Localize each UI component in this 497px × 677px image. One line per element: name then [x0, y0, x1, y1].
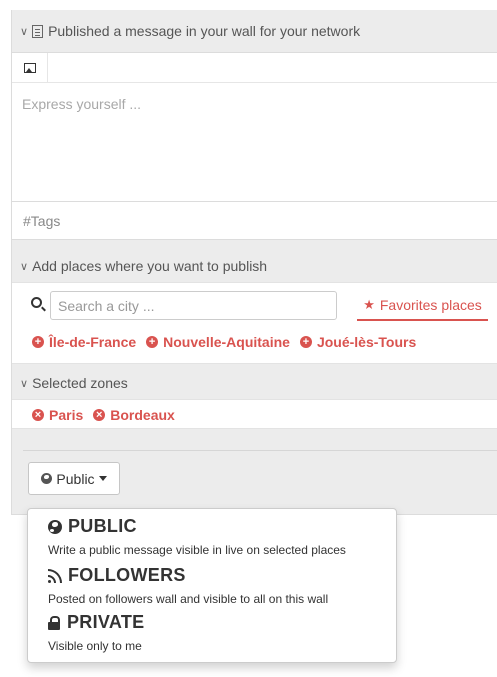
place-label: Joué-lès-Tours: [316, 334, 417, 350]
place-label: Nouvelle-Aquitaine: [163, 334, 290, 350]
publish-header[interactable]: ∨ Published a message in your wall for y…: [12, 10, 497, 52]
add-place-joue-les-tours[interactable]: + Joué-lès-Tours: [299, 334, 417, 350]
tab-favorite-places[interactable]: ★ Favorites places: [357, 291, 488, 321]
visibility-button-label: Public: [56, 470, 95, 487]
add-place-ile-de-france[interactable]: + Île-de-France: [32, 334, 136, 350]
globe-icon: [48, 519, 62, 534]
place-suggestions: + Île-de-France + Nouvelle-Aquitaine + J…: [32, 334, 426, 350]
caret-down-icon: [98, 476, 107, 481]
option-description: Visible only to me: [48, 639, 142, 653]
globe-icon: [41, 473, 53, 484]
places-header-label: Add places where you want to publish: [32, 258, 268, 274]
remove-circle-icon: ×: [32, 409, 44, 421]
star-icon: ★: [363, 297, 375, 312]
zones-header-label: Selected zones: [32, 375, 128, 391]
selected-zones: × Paris × Bordeaux: [12, 399, 497, 429]
city-search-input[interactable]: [50, 291, 337, 320]
option-description: Write a public message visible in live o…: [48, 543, 346, 557]
places-header[interactable]: ∨ Add places where you want to publish: [12, 246, 497, 286]
remove-circle-icon: ×: [93, 409, 106, 421]
plus-circle-icon: +: [32, 336, 44, 348]
publish-header-label: Published a message in your wall for you…: [48, 23, 361, 39]
chevron-down-icon: ∨: [20, 260, 29, 273]
chevron-down-icon: ∨: [20, 377, 29, 390]
places-section: ★ Favorites places + Île-de-France + Nou…: [12, 282, 497, 364]
place-label: Île-de-France: [49, 334, 137, 350]
plus-circle-icon: +: [146, 336, 159, 348]
message-editor[interactable]: Express yourself ...: [12, 52, 497, 202]
zone-list: × Paris × Bordeaux: [32, 407, 185, 423]
zones-header[interactable]: ∨ Selected zones: [12, 366, 497, 400]
publish-panel: ∨ Published a message in your wall for y…: [11, 10, 497, 515]
remove-zone-paris[interactable]: × Paris: [32, 407, 83, 423]
zone-label: Bordeaux: [110, 407, 175, 423]
visibility-menu: PUBLIC Write a public message visible in…: [27, 508, 397, 663]
visibility-option-private[interactable]: PRIVATE Visible only to me: [48, 612, 388, 653]
chevron-down-icon: ∨: [20, 25, 29, 38]
plus-circle-icon: +: [299, 336, 312, 348]
image-icon: [23, 63, 36, 73]
zone-label: Paris: [49, 407, 84, 423]
favorite-places-label: Favorites places: [379, 297, 482, 313]
editor-toolbar: [12, 53, 497, 83]
document-icon: [32, 24, 44, 38]
tags-input[interactable]: #Tags: [12, 202, 497, 240]
option-title: PRIVATE: [67, 612, 145, 632]
option-title: PUBLIC: [68, 516, 137, 536]
option-description: Posted on followers wall and visible to …: [48, 592, 329, 606]
visibility-option-followers[interactable]: FOLLOWERS Posted on followers wall and v…: [48, 565, 388, 606]
add-place-nouvelle-aquitaine[interactable]: + Nouvelle-Aquitaine: [146, 334, 290, 350]
remove-zone-bordeaux[interactable]: × Bordeaux: [93, 407, 175, 423]
insert-image-button[interactable]: [12, 53, 48, 83]
rss-icon: [48, 568, 62, 583]
visibility-option-public[interactable]: PUBLIC Write a public message visible in…: [48, 516, 388, 557]
lock-icon: [48, 615, 60, 630]
visibility-dropdown-button[interactable]: Public: [28, 462, 120, 495]
search-icon: [31, 297, 42, 308]
option-title: FOLLOWERS: [68, 565, 186, 585]
message-input[interactable]: Express yourself ...: [12, 83, 497, 125]
divider: [23, 450, 497, 451]
